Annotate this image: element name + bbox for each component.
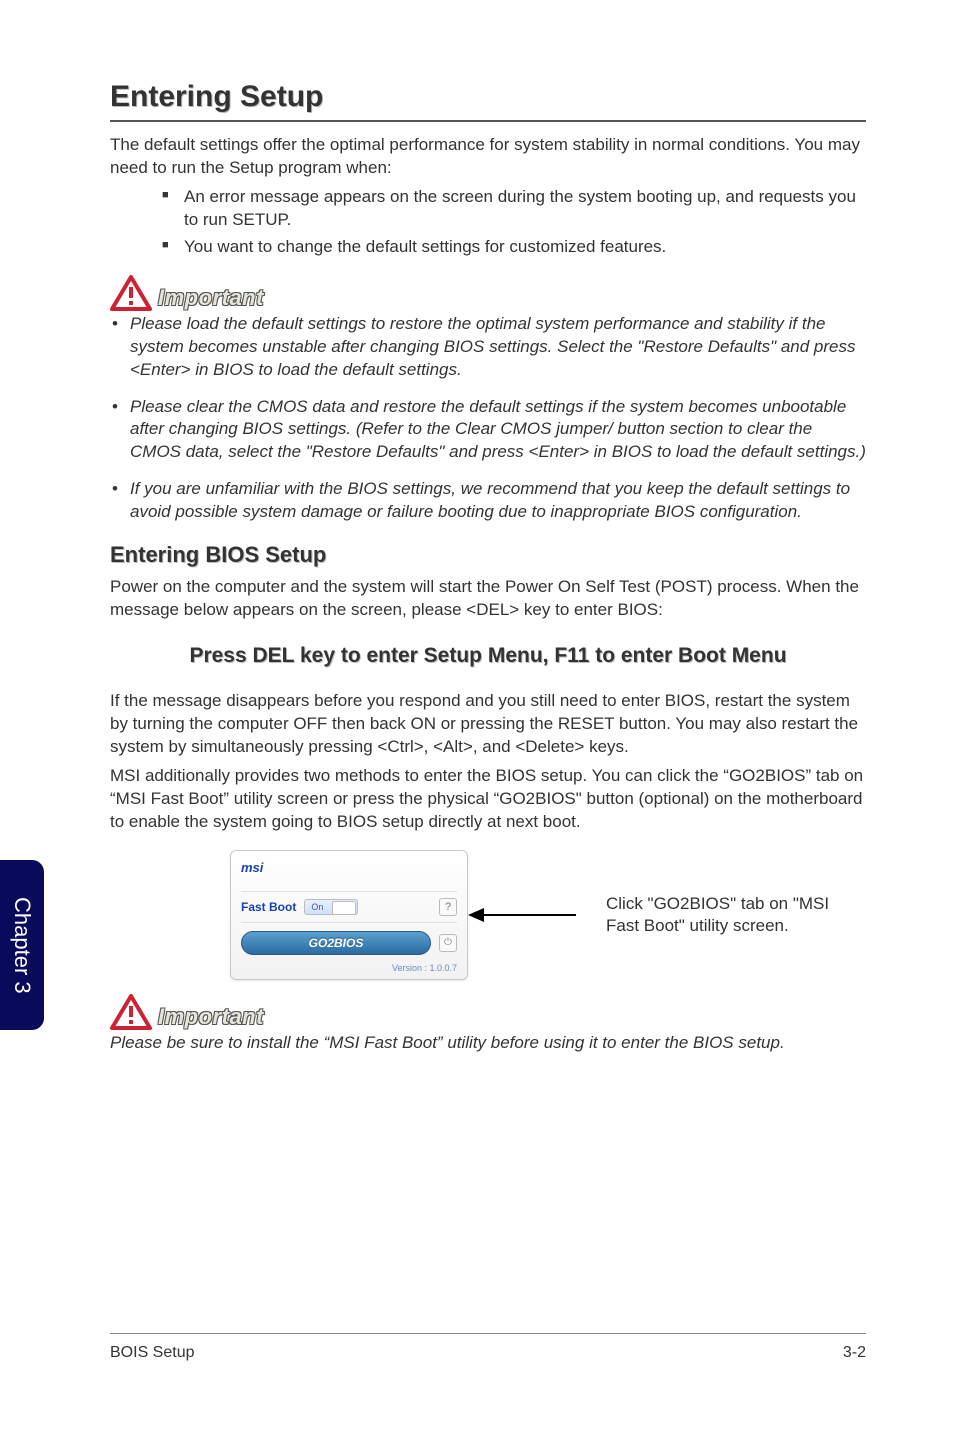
fastboot-version: Version : 1.0.0.7: [392, 963, 457, 973]
important-label-2: Important: [158, 1004, 264, 1030]
fastboot-label: Fast Boot: [241, 900, 296, 914]
power-button[interactable]: ⏻: [439, 934, 457, 952]
important-heading-2: Important: [110, 994, 866, 1030]
callout-arrow-icon: [468, 900, 578, 930]
important-item: If you are unfamiliar with the BIOS sett…: [110, 478, 866, 524]
after-press-paragraph-1: If the message disappears before you res…: [110, 690, 866, 759]
intro-bullet-item: An error message appears on the screen d…: [162, 186, 866, 232]
heading-divider: [110, 120, 866, 122]
footer-section-name: BOIS Setup: [110, 1344, 195, 1362]
page-title: Entering Setup: [110, 80, 866, 114]
intro-paragraph: The default settings offer the optimal p…: [110, 134, 866, 180]
important-block-2: Important Please be sure to install the …: [110, 994, 866, 1055]
important-label: Important: [158, 285, 264, 311]
fastboot-toggle-row: Fast Boot On ?: [241, 891, 457, 923]
intro-bullet-item: You want to change the default settings …: [162, 236, 866, 259]
subheading: Entering BIOS Setup: [110, 542, 866, 568]
page-footer: BOIS Setup 3-2: [110, 1333, 866, 1362]
important-heading: Important: [110, 275, 866, 311]
post-paragraph: Power on the computer and the system wil…: [110, 576, 866, 622]
footer-page-number: 3-2: [843, 1344, 866, 1362]
after-press-paragraph-2: MSI additionally provides two methods to…: [110, 765, 866, 834]
press-line: Press DEL key to enter Setup Menu, F11 t…: [110, 644, 866, 668]
go2bios-button[interactable]: GO2BIOS: [241, 931, 431, 955]
help-button[interactable]: ?: [439, 898, 457, 916]
page: Chapter 3 Entering Setup The default set…: [0, 0, 954, 1432]
msi-logo: msi: [241, 860, 263, 875]
warning-icon: [110, 275, 152, 311]
figure-row: msi Fast Boot On ? GO2BIOS ⏻ Version : 1…: [230, 850, 866, 980]
intro-bullets: An error message appears on the screen d…: [110, 186, 866, 259]
go2bios-row: GO2BIOS ⏻: [241, 931, 457, 955]
fastboot-toggle[interactable]: On: [304, 899, 358, 915]
figure-caption: Click "GO2BIOS" tab on "MSI Fast Boot" u…: [606, 893, 866, 937]
important-block: Important Please load the default settin…: [110, 275, 866, 525]
important-note-2: Please be sure to install the “MSI Fast …: [110, 1032, 866, 1055]
fastboot-utility-window: msi Fast Boot On ? GO2BIOS ⏻ Version : 1…: [230, 850, 468, 980]
important-list: Please load the default settings to rest…: [110, 313, 866, 525]
important-item: Please load the default settings to rest…: [110, 313, 866, 382]
warning-icon: [110, 994, 152, 1030]
important-item: Please clear the CMOS data and restore t…: [110, 396, 866, 465]
side-tab-chapter: Chapter 3: [0, 860, 44, 1030]
